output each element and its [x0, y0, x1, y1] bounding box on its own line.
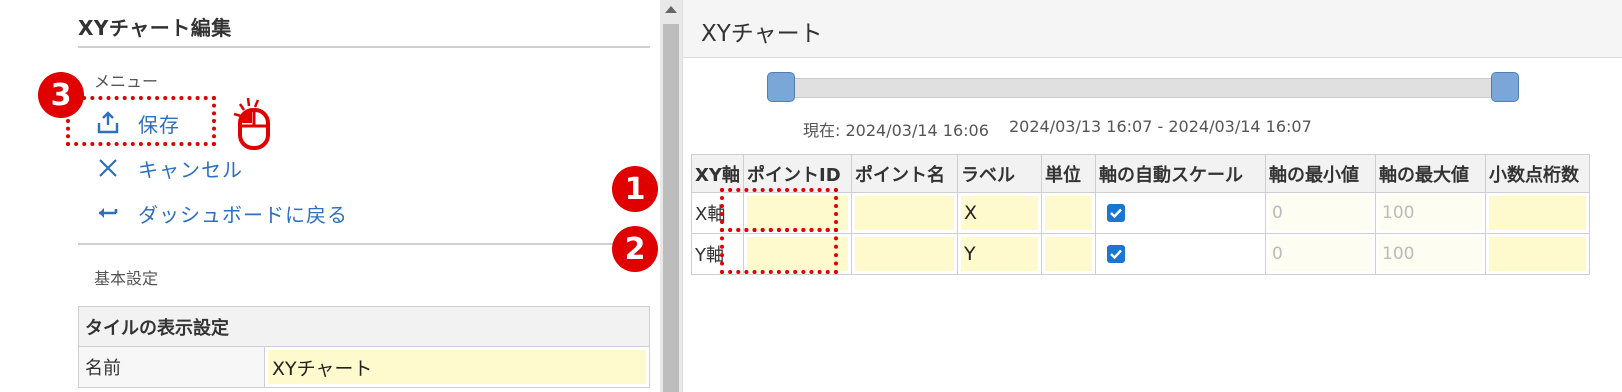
annotation-badge-2: 2 [612, 226, 658, 272]
preview-title: XYチャート [701, 21, 823, 47]
col-auto-scale: 軸の自動スケール [1095, 154, 1266, 193]
auto-scale-checkbox-x[interactable] [1107, 204, 1125, 222]
label-input-y[interactable]: Y [961, 237, 1038, 271]
axis-min-input-x: 0 [1269, 196, 1372, 230]
highlight-box-point-id-x [720, 188, 838, 232]
scrollbar-thumb[interactable] [663, 24, 679, 392]
name-field-label: 名前 [78, 346, 265, 388]
back-label: ダッシュボードに戻る [138, 202, 348, 227]
auto-scale-checkbox-y[interactable] [1107, 245, 1125, 263]
col-decimals: 小数点桁数 [1485, 154, 1590, 193]
point-name-input-y[interactable] [855, 237, 954, 271]
unit-input-x[interactable] [1045, 196, 1092, 230]
col-axis-max: 軸の最大値 [1375, 154, 1486, 193]
col-point-name: ポイント名 [851, 154, 958, 193]
back-arrow-icon [94, 199, 122, 227]
annotation-badge-3: 3 [38, 72, 84, 118]
highlight-box-save [66, 96, 216, 146]
col-xy-axis: XY軸 [691, 154, 744, 193]
checkmark-icon [1110, 249, 1122, 260]
checkmark-icon [1110, 208, 1122, 219]
close-icon [94, 154, 122, 182]
panel-title: XYチャート編集 [78, 16, 232, 40]
menu-section-label: メニュー [94, 72, 159, 91]
axis-max-input-y: 100 [1379, 237, 1482, 271]
preview-header: XYチャート [683, 0, 1622, 58]
time-range: 2024/03/13 16:07 - 2024/03/14 16:07 [1009, 117, 1312, 136]
axis-max-input-x: 100 [1379, 196, 1482, 230]
col-point-id: ポイントID [743, 154, 852, 193]
current-time: 現在: 2024/03/14 16:06 [803, 121, 989, 140]
vertical-scrollbar[interactable] [660, 0, 682, 392]
tile-settings-header: タイルの表示設定 [78, 306, 650, 347]
decimals-input-y[interactable] [1489, 237, 1586, 271]
tile-settings-table: タイルの表示設定 名前 XYチャート [78, 306, 650, 388]
time-range-slider[interactable] [779, 78, 1519, 98]
divider [78, 243, 650, 245]
unit-input-y[interactable] [1045, 237, 1092, 271]
axis-min-input-y: 0 [1269, 237, 1372, 271]
table-row: 名前 XYチャート [78, 346, 650, 388]
divider [78, 46, 650, 48]
col-unit: 単位 [1041, 154, 1096, 193]
mouse-click-icon [226, 94, 280, 154]
scroll-up-icon[interactable] [665, 6, 677, 13]
label-input-x[interactable]: X [961, 196, 1038, 230]
cancel-button[interactable]: キャンセル [94, 153, 243, 183]
decimals-input-x[interactable] [1489, 196, 1586, 230]
slider-start-handle[interactable] [767, 72, 795, 102]
back-to-dashboard-button[interactable]: ダッシュボードに戻る [94, 198, 348, 228]
basic-settings-label: 基本設定 [94, 269, 159, 288]
highlight-box-point-id-y [720, 228, 838, 274]
editor-panel: XYチャート編集 メニュー 保存 キャンセル ダッシュボードに戻る 基本設定 タ… [0, 0, 660, 392]
col-label: ラベル [957, 154, 1042, 193]
slider-end-handle[interactable] [1491, 72, 1519, 102]
cancel-label: キャンセル [138, 157, 243, 182]
point-name-input-x[interactable] [855, 196, 954, 230]
annotation-badge-1: 1 [612, 166, 658, 212]
name-input[interactable]: XYチャート [268, 350, 646, 384]
col-axis-min: 軸の最小値 [1265, 154, 1376, 193]
